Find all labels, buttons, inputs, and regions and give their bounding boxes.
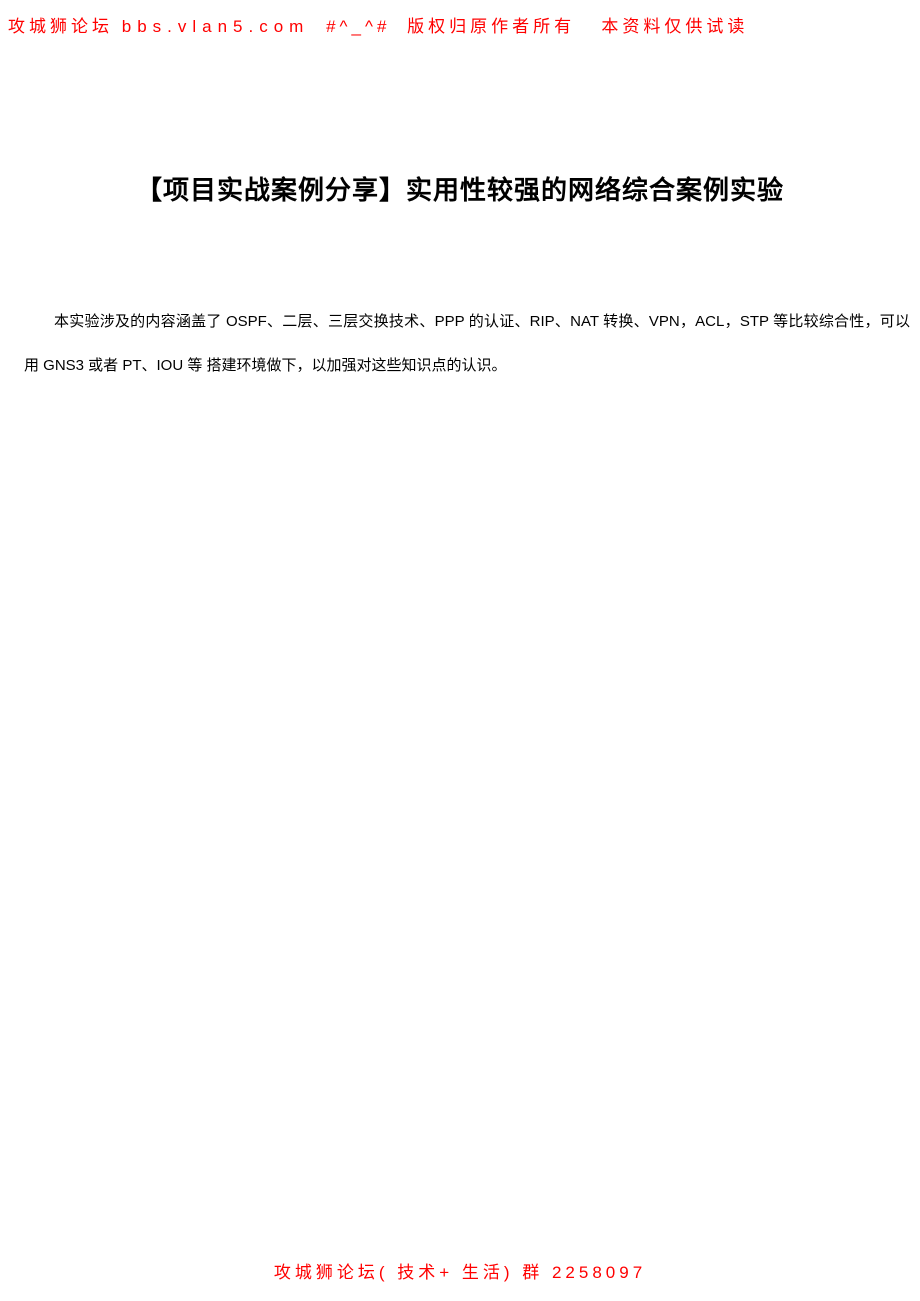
watermark-rights: 版权归原作者所有 [407, 17, 575, 36]
watermark-site-url: bbs.vlan5.com [122, 17, 310, 36]
document-title: 【项目实战案例分享】实用性较强的网络综合案例实验 [0, 170, 920, 207]
watermark-note: 本资料仅供试读 [601, 17, 748, 36]
document-paragraph: 本实验涉及的内容涵盖了 OSPF、二层、三层交换技术、PPP 的认证、RIP、N… [24, 300, 910, 387]
watermark-footer: 攻城狮论坛( 技术+ 生活) 群 2258097 [0, 1258, 920, 1283]
watermark-forum-name: 攻城狮论坛 [8, 17, 113, 36]
watermark-header: 攻城狮论坛 bbs.vlan5.com #^_^# 版权归原作者所有 本资料仅供… [0, 12, 920, 37]
watermark-decoration: #^_^# [326, 17, 390, 36]
